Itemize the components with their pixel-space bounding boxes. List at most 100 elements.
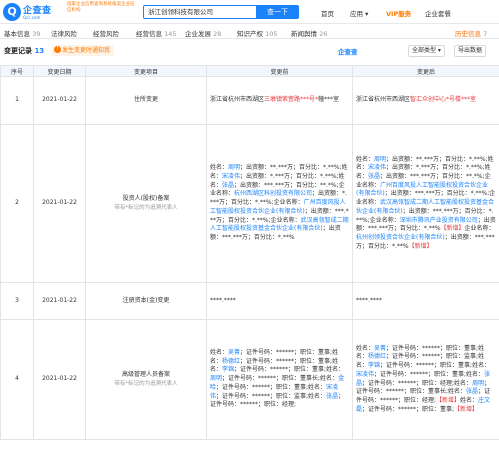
table-row: 1 2021-01-22 住所变更 浙江省杭州市西湖区三墩镇紫萱路***号*幢***室… (0, 76, 499, 125)
entity-link[interactable]: 杨德红 (222, 358, 240, 365)
tab-4[interactable]: 经营信息 145 (136, 28, 176, 38)
change-text: 浙江省杭州市西湖区 (210, 96, 265, 104)
entity-link[interactable]: 深圳市腾讯产业投资有限公司 (400, 217, 478, 224)
tab-count: 39 (30, 30, 41, 38)
row-before: 姓名：吴菁；证件号码：******；职位：董事;姓名：杨德红；证件号码：****… (206, 319, 353, 440)
entity-link[interactable]: 张晶 (222, 182, 234, 189)
change-text: ；证件号码：******；职位：董事; (240, 357, 333, 365)
entity-link[interactable]: 吴菁 (228, 349, 240, 356)
change-highlight: 三墩镇紫萱路***号* (264, 96, 319, 104)
qcc-logo-icon[interactable]: Q (3, 3, 21, 21)
change-text: 姓名： (454, 379, 473, 387)
change-text: ；证件号码：******；职位：监事; (216, 392, 309, 400)
change-text: 姓名： (320, 375, 339, 383)
tab-count: 105 (263, 30, 278, 38)
change-text: ****.**** (356, 296, 382, 304)
type-filter-select[interactable]: 全部类型 ▾ (408, 45, 445, 57)
tab-7[interactable]: 新闻舆情 26 (291, 28, 327, 38)
change-text: 姓名： (472, 362, 491, 370)
tab-label: 法律风险 (51, 30, 77, 38)
entity-link[interactable]: 周明 (472, 380, 484, 387)
entity-link[interactable]: 杭州创领投资合伙企业(有限合伙) (356, 234, 445, 241)
change-highlight: 【新增】 (454, 405, 479, 413)
row-before: ****.**** (206, 282, 353, 320)
item-label: 注册资本(金)变更 (122, 296, 170, 304)
change-text: 企业名称： (273, 199, 304, 207)
change-text: ；出资额：**.***万；百分比：*.**%; (240, 164, 342, 172)
change-text: ；出资额：*.***万；百分比：*.**%; (386, 164, 485, 172)
brand-domain: Qcc.com (23, 15, 41, 20)
export-button[interactable]: 导出数据 (454, 45, 487, 57)
change-records-bar: 变更记录 13 发生变更时通知我 企查查 全部类型 ▾ 导出数据 (0, 40, 499, 62)
change-text: ****.**** (210, 296, 236, 304)
change-text: ；证件号码：******；职位：董事; (386, 344, 479, 352)
table-header-row: 序号 变更日期 变更项目 变更前 变更后 (0, 65, 499, 77)
tab-1[interactable]: 基本信息 39 (4, 28, 40, 38)
change-text: ；证件号码：******；职位：董事; (216, 383, 309, 391)
entity-link[interactable]: 周明 (210, 375, 222, 382)
row-no: 2 (0, 124, 34, 283)
item-label: 投资人(股权)备案 (122, 194, 170, 202)
change-text: ；出资额：***.***万；百分比：**.*%; (234, 181, 339, 189)
entity-link[interactable]: 宋凌伟 (356, 371, 374, 378)
change-text: 浙江省杭州市西湖区 (356, 96, 411, 104)
notify-change-toggle[interactable]: 发生变更时通知我 (52, 45, 115, 56)
tab-3[interactable]: 经营风险 (93, 28, 119, 38)
change-records-table: 序号 变更日期 变更项目 变更前 变更后 1 2021-01-22 住所变更 浙江省杭… (0, 65, 499, 440)
nav-apps-menu[interactable]: 应用 ▾ (350, 8, 368, 18)
change-text: 姓名： (308, 392, 327, 400)
entity-link[interactable]: 宋凌伟 (222, 173, 240, 180)
row-after: 浙江省杭州市西湖区智汇众创中心*号楼***室 (352, 76, 499, 125)
change-text: 姓名： (210, 349, 229, 357)
top-header: Q 企查查 Qcc.com 国家企业信用查询系统备案企业征信机构 浙江创领科技有… (0, 0, 499, 24)
table-row: 4 2021-01-22 高级管理人员备案 带有*标记的为追溯代表人 姓名：吴菁；证件号… (0, 319, 499, 440)
tab-8[interactable]: 历史信息 7 (455, 28, 487, 38)
nav-package-link[interactable]: 企业套餐 (425, 8, 451, 18)
tab-label: 知识产权 (237, 30, 263, 38)
change-highlight: 智汇众创中心*号楼***室 (410, 96, 477, 104)
change-text: ；证件号码：******；职位：董事; (240, 349, 333, 357)
search-button[interactable]: 查一下 (256, 5, 299, 19)
col-header-item: 变更项目 (85, 65, 207, 77)
entity-link[interactable]: 杭州西湖区科创投资有限公司 (234, 190, 312, 197)
nav-home-link[interactable]: 首页 (321, 8, 334, 18)
row-date: 2021-01-22 (33, 124, 86, 283)
entity-link[interactable]: 宋凌伟 (368, 164, 386, 171)
entity-link[interactable]: 张晶 (368, 173, 380, 180)
tab-5[interactable]: 企业发展 28 (185, 28, 221, 38)
entity-link[interactable]: 李锦 (222, 366, 234, 373)
entity-link[interactable]: 李锦 (368, 362, 380, 369)
row-no: 4 (0, 319, 34, 440)
tab-label: 经营风险 (93, 30, 119, 38)
row-after: ****.**** (352, 282, 499, 320)
entity-link[interactable]: 周明 (374, 156, 386, 163)
change-text: ；出资额：**.***万；百分比：*.**%; (386, 155, 488, 163)
row-before: 浙江省杭州市西湖区三墩镇紫萱路***号*幢***室 (206, 76, 353, 125)
tab-2[interactable]: 法律风险 (51, 28, 77, 38)
nav-vip-link[interactable]: VIP服务 (386, 8, 411, 18)
tab-count: 145 (162, 30, 177, 38)
entity-link[interactable]: 吴菁 (374, 345, 386, 352)
entity-link[interactable]: 周明 (228, 164, 240, 171)
item-note: 带有*标记的为追溯代表人 (114, 204, 178, 211)
tab-6[interactable]: 知识产权 105 (237, 28, 277, 38)
search-input[interactable]: 浙江创领科技有限公司 (143, 5, 256, 19)
brand-tagline: 国家企业信用查询系统备案企业征信机构 (67, 2, 135, 13)
row-after: 姓名：周明；出资额：**.***万；百分比：*.**%;姓名：宋凌伟；出资额：*… (352, 124, 499, 283)
row-date: 2021-01-22 (33, 76, 86, 125)
change-text: 姓名： (356, 344, 375, 352)
entity-link[interactable]: 杨德红 (368, 353, 386, 360)
change-text: 姓名： (308, 383, 327, 391)
change-highlight: 【新增】 (436, 396, 461, 404)
change-text: 幢***室 (318, 96, 340, 104)
change-text: 姓名： (460, 396, 479, 404)
col-header-after: 变更后 (352, 65, 499, 77)
item-note: 带有*标记的为追溯代表人 (114, 380, 178, 387)
change-text: ；证件号码：******；职位：董事; (374, 370, 467, 378)
entity-link[interactable]: 张晶 (326, 393, 338, 400)
entity-link[interactable]: 张晶 (466, 388, 478, 395)
tab-label: 基本信息 (4, 30, 30, 38)
tab-count: 26 (317, 30, 328, 38)
row-date: 2021-01-22 (33, 282, 86, 320)
section-tabs: 基本信息 39 法律风险 经营风险 经营信息 145 企业发展 28 知识产权 105 新闻… (0, 24, 499, 39)
